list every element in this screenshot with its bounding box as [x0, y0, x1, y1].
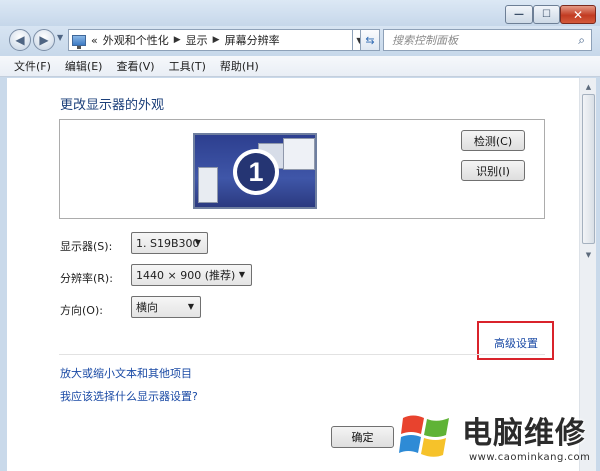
divider	[59, 354, 545, 355]
watermark: 电脑维修 www.caominkang.com	[399, 406, 600, 471]
menu-edit[interactable]: 编辑(E)	[65, 58, 103, 74]
back-button[interactable]: ◀	[9, 29, 31, 51]
search-box[interactable]: ⌕	[383, 29, 592, 51]
breadcrumb-item-display[interactable]: 显示	[186, 32, 208, 48]
menu-help[interactable]: 帮助(H)	[220, 58, 259, 74]
breadcrumb-item-resolution[interactable]: 屏幕分辨率	[225, 32, 280, 48]
search-icon[interactable]: ⌕	[578, 33, 585, 48]
scroll-up-icon[interactable]: ▲	[582, 80, 595, 93]
text-size-link[interactable]: 放大或缩小文本和其他项目	[60, 365, 192, 381]
forward-arrow-icon: ▶	[39, 33, 49, 47]
display-preview: 1 检测(C) 识别(I)	[59, 119, 545, 219]
display-select[interactable]: 1. S19B300 ▼	[131, 232, 208, 254]
maximize-button[interactable]: ☐	[533, 5, 560, 24]
chevron-right-icon[interactable]: ▶	[174, 35, 181, 45]
chevron-down-icon: ▼	[238, 270, 245, 279]
chevron-down-icon: ▼	[187, 302, 194, 311]
orientation-label: 方向(O):	[60, 304, 103, 317]
windows-logo-icon	[399, 415, 449, 457]
monitor-icon	[72, 34, 86, 49]
which-settings-link[interactable]: 我应该选择什么显示器设置?	[60, 388, 198, 404]
identify-button[interactable]: 识别(I)	[461, 160, 525, 181]
watermark-url: www.caominkang.com	[469, 452, 591, 463]
close-button[interactable]: ✕	[560, 5, 596, 24]
monitor-number-badge: 1	[233, 149, 279, 195]
menu-view[interactable]: 查看(V)	[116, 58, 154, 74]
advanced-settings-link[interactable]: 高级设置	[494, 335, 538, 351]
display-label: 显示器(S):	[60, 240, 113, 253]
resolution-label: 分辨率(R):	[60, 272, 113, 285]
breadcrumb-item-appearance[interactable]: 外观和个性化	[103, 32, 169, 48]
orientation-select[interactable]: 横向 ▼	[131, 296, 201, 318]
title-bar: — ☐ ✕	[0, 0, 600, 26]
menu-bar: 文件(F) 编辑(E) 查看(V) 工具(T) 帮助(H)	[0, 56, 600, 77]
scroll-down-icon[interactable]: ▼	[582, 248, 595, 261]
resolution-select[interactable]: 1440 × 900 (推荐) ▼	[131, 264, 252, 286]
menu-tools[interactable]: 工具(T)	[169, 58, 206, 74]
orientation-select-value: 横向	[136, 301, 158, 314]
back-arrow-icon: ◀	[15, 33, 25, 47]
chevron-right-icon[interactable]: ▶	[213, 35, 220, 45]
refresh-icon: ⇆	[365, 33, 375, 47]
page-title: 更改显示器的外观	[60, 98, 165, 113]
window-frame-left	[0, 78, 7, 471]
refresh-button[interactable]: ⇆	[360, 29, 380, 51]
monitor-thumbnail[interactable]: 1	[193, 133, 317, 209]
preview-window	[198, 167, 218, 203]
display-select-value: 1. S19B300	[136, 236, 200, 250]
ok-button[interactable]: 确定	[331, 426, 394, 448]
scroll-thumb[interactable]	[582, 94, 595, 244]
resolution-select-value: 1440 × 900 (推荐)	[136, 269, 236, 282]
menu-file[interactable]: 文件(F)	[14, 58, 51, 74]
preview-window	[283, 138, 315, 170]
minimize-button[interactable]: —	[505, 5, 533, 24]
search-input[interactable]	[392, 33, 562, 47]
detect-button[interactable]: 检测(C)	[461, 130, 525, 151]
chevron-down-icon: ▼	[194, 238, 201, 247]
address-bar: ◀ ▶ ▼ « 外观和个性化 ▶ 显示 ▶ 屏幕分辨率 ▼ ⇆ ⌕	[0, 26, 600, 56]
recent-pages-dropdown[interactable]: ▼	[57, 33, 63, 42]
monitor-number: 1	[237, 153, 275, 191]
forward-button[interactable]: ▶	[33, 29, 55, 51]
breadcrumb[interactable]: « 外观和个性化 ▶ 显示 ▶ 屏幕分辨率	[68, 29, 353, 51]
breadcrumb-overflow[interactable]: «	[91, 34, 98, 47]
watermark-text: 电脑维修	[462, 416, 586, 451]
